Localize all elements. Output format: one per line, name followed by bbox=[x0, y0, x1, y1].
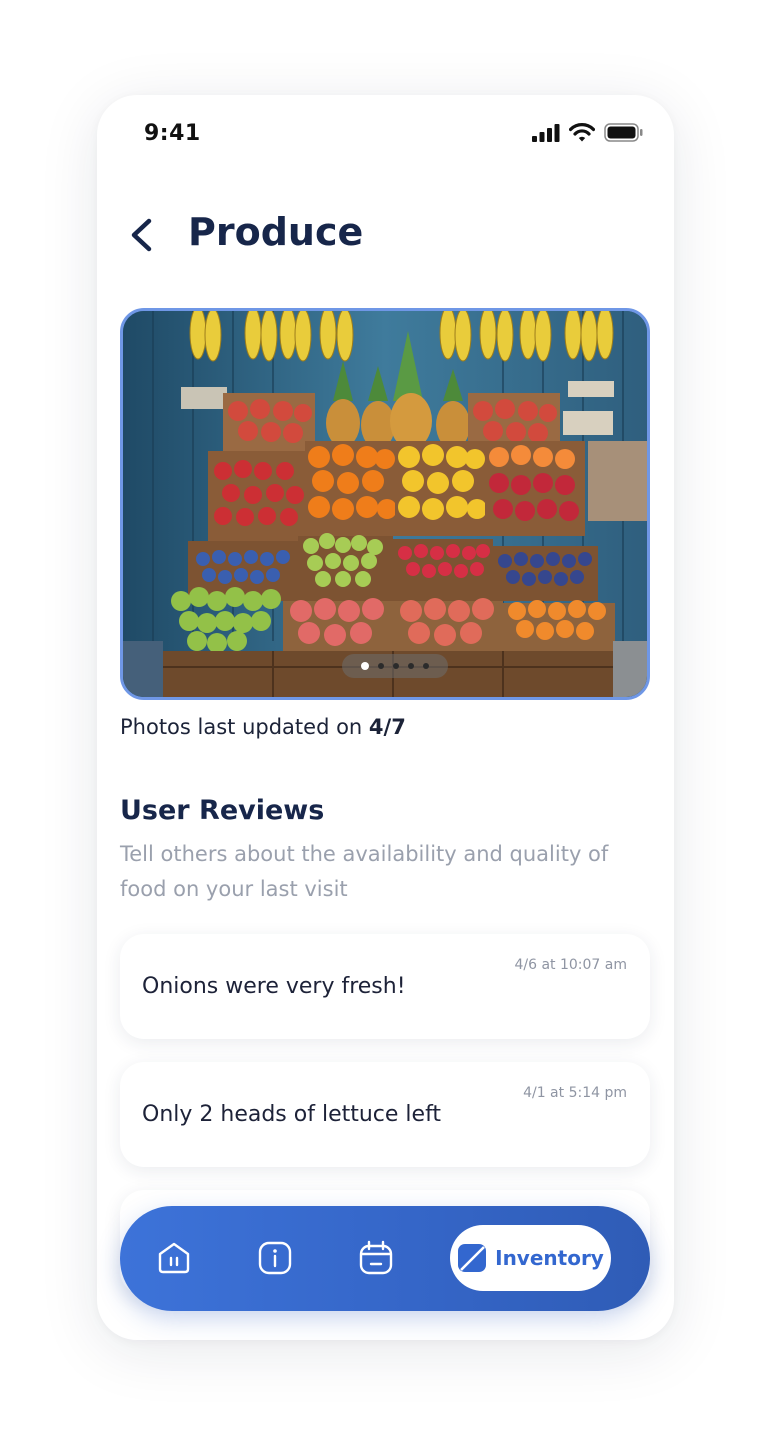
bottom-nav: Inventory bbox=[120, 1206, 650, 1311]
nav-inventory-label: Inventory bbox=[495, 1246, 604, 1270]
review-card[interactable]: 4/1 at 5:14 pm Only 2 heads of lettuce l… bbox=[120, 1062, 650, 1167]
status-icons bbox=[532, 123, 644, 142]
wifi-icon bbox=[569, 123, 595, 142]
reviews-title: User Reviews bbox=[120, 795, 325, 826]
photos-updated-text: Photos last updated on 4/7 bbox=[120, 715, 406, 739]
carousel-dot[interactable] bbox=[393, 663, 399, 669]
carousel-pagination[interactable] bbox=[342, 654, 448, 678]
phone-frame: 9:41 Produce Photos last updated on 4/7 … bbox=[97, 95, 674, 1340]
produce-stand-image bbox=[123, 311, 647, 697]
carousel-dot-active[interactable] bbox=[361, 662, 369, 670]
inventory-icon bbox=[458, 1244, 487, 1272]
review-date: 4/1 at 5:14 pm bbox=[523, 1085, 627, 1101]
review-date: 4/6 at 10:07 am bbox=[514, 957, 627, 973]
page-title: Produce bbox=[188, 210, 364, 254]
calendar-icon[interactable] bbox=[358, 1240, 394, 1276]
review-text: Onions were very fresh! bbox=[142, 974, 406, 999]
carousel-dot[interactable] bbox=[423, 663, 429, 669]
back-arrow-icon[interactable] bbox=[125, 215, 159, 255]
battery-icon bbox=[604, 123, 643, 142]
photos-updated-prefix: Photos last updated on bbox=[120, 715, 369, 739]
home-icon[interactable] bbox=[156, 1240, 192, 1276]
photos-updated-date: 4/7 bbox=[368, 715, 406, 739]
produce-photo[interactable] bbox=[120, 308, 650, 700]
carousel-dot[interactable] bbox=[378, 663, 384, 669]
carousel-dot[interactable] bbox=[408, 663, 414, 669]
reviews-subtitle: Tell others about the availability and q… bbox=[120, 842, 609, 901]
info-icon[interactable] bbox=[257, 1240, 293, 1276]
review-card[interactable]: 4/6 at 10:07 am Onions were very fresh! bbox=[120, 934, 650, 1039]
status-time: 9:41 bbox=[144, 121, 201, 146]
signal-icon bbox=[532, 123, 560, 142]
review-text: Only 2 heads of lettuce left bbox=[142, 1102, 442, 1127]
nav-inventory-button[interactable]: Inventory bbox=[450, 1225, 611, 1291]
